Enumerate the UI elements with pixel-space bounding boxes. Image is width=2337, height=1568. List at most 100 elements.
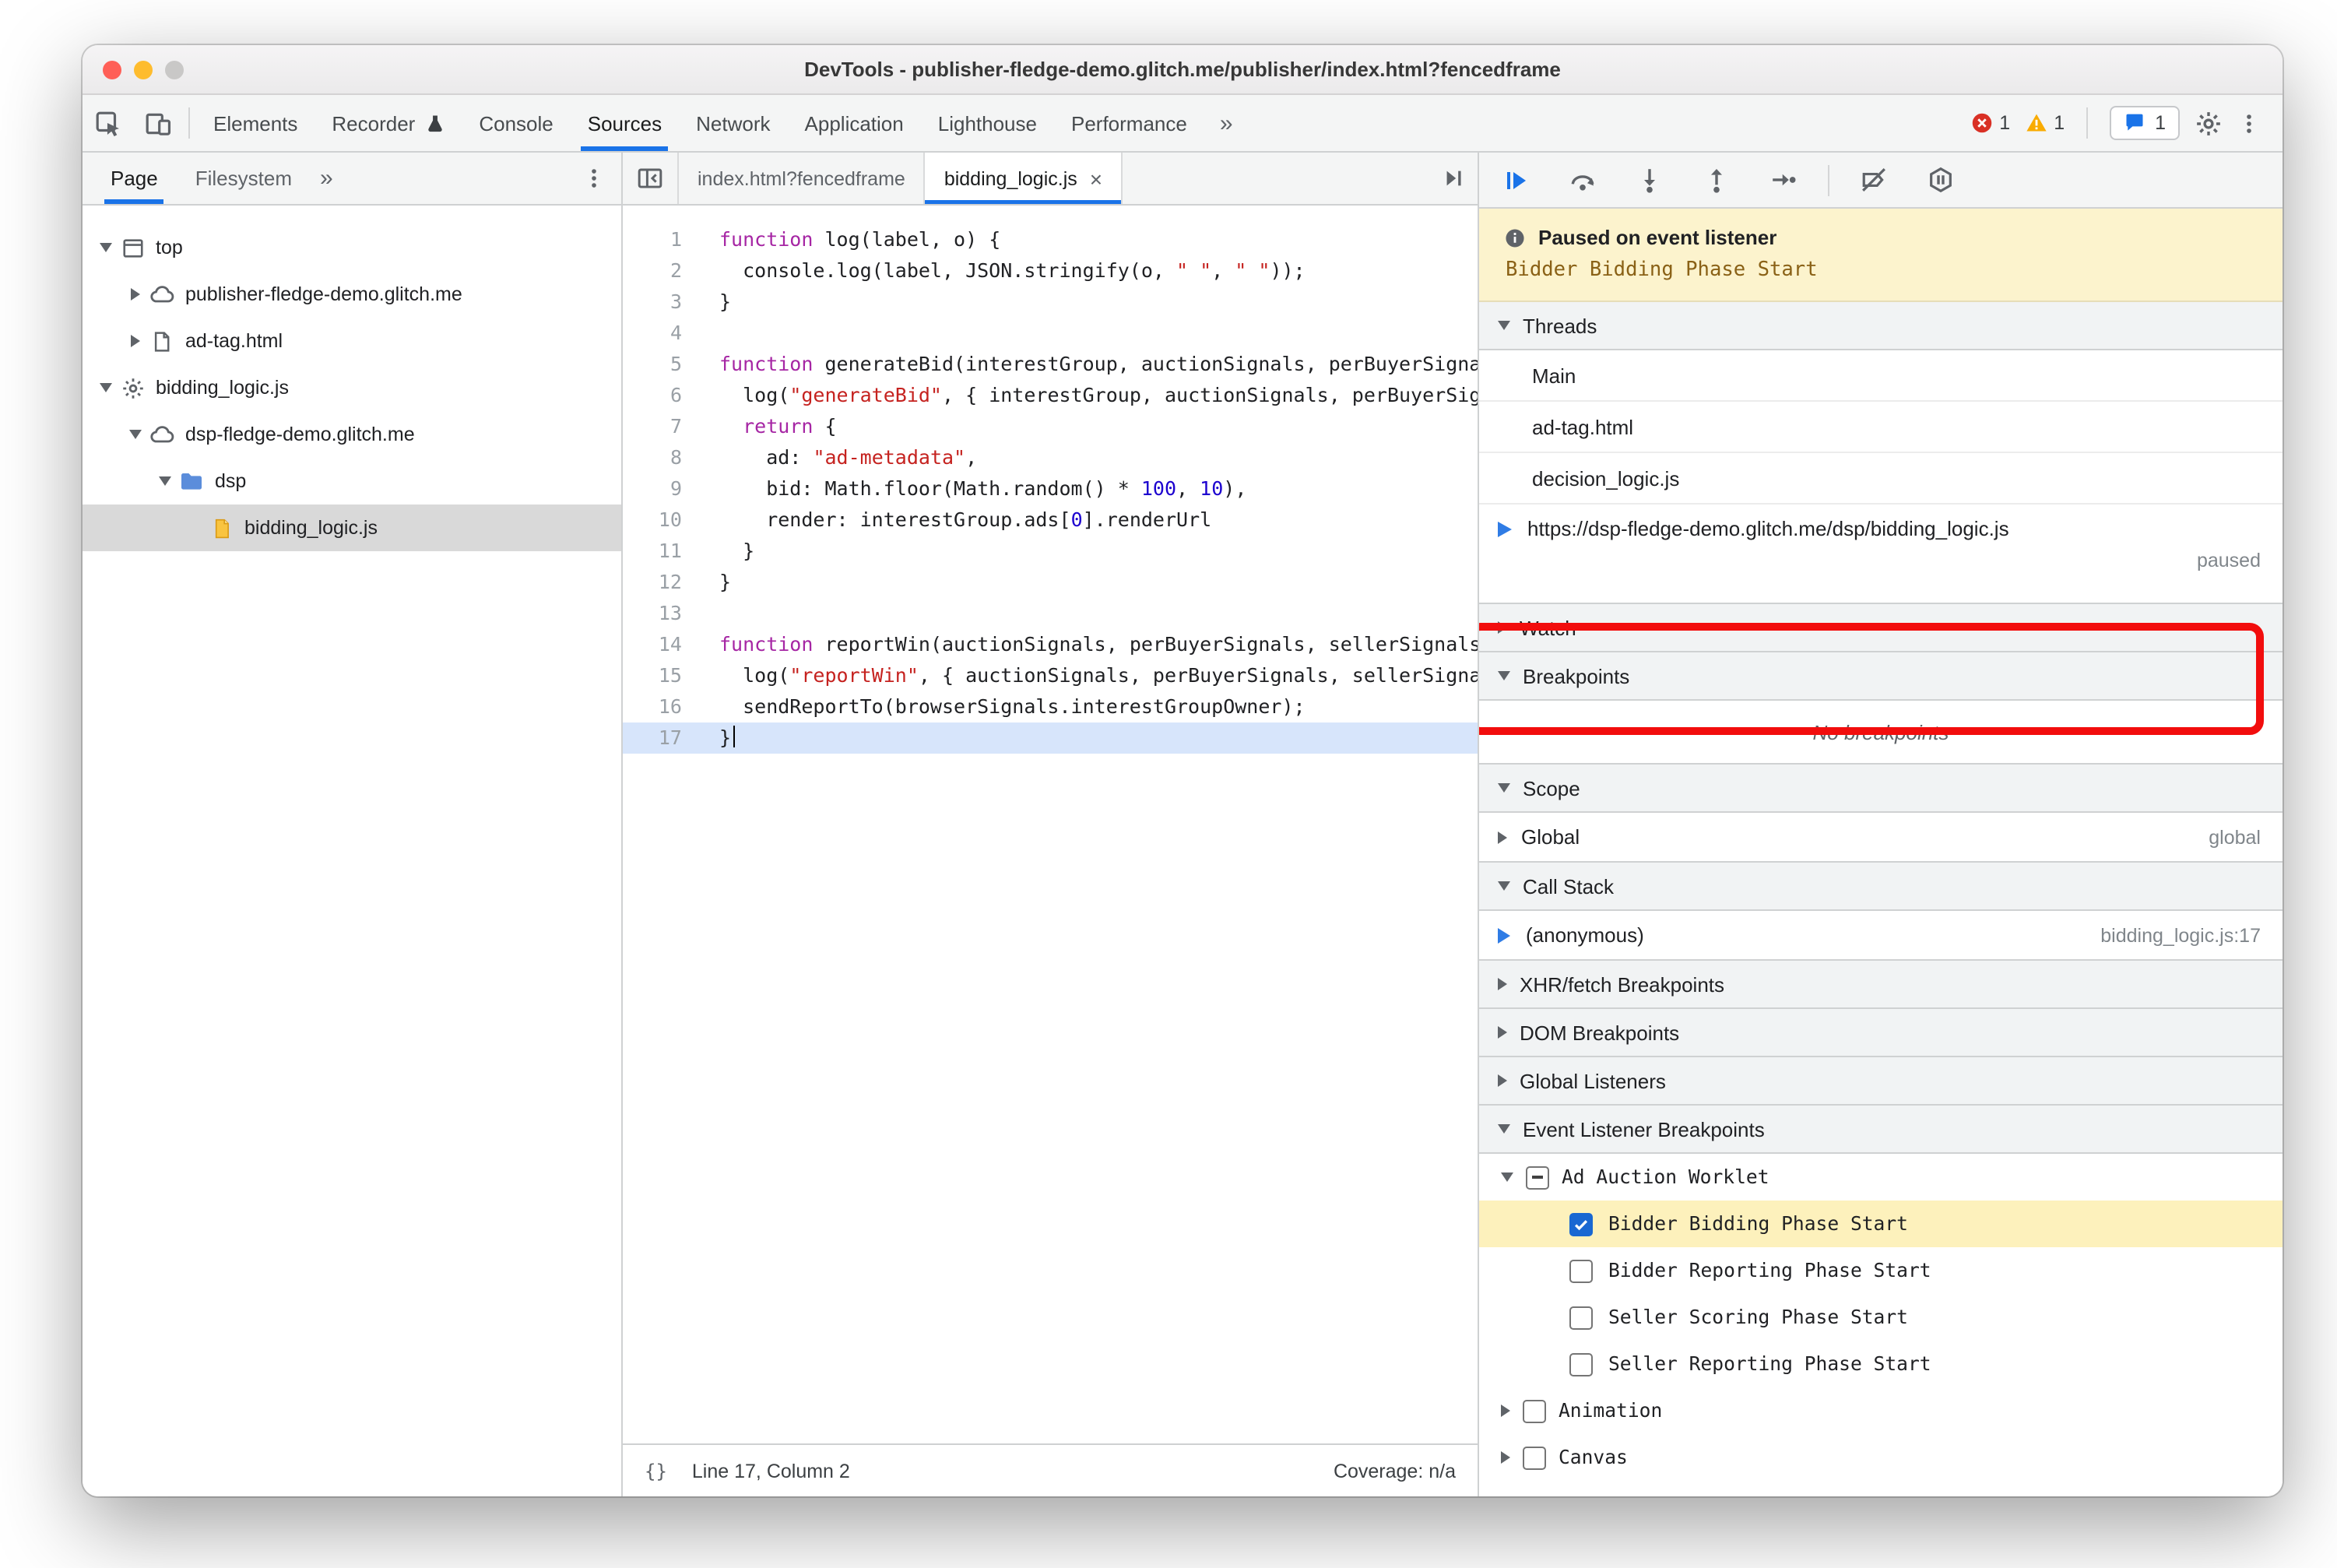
code-line-1[interactable]: 1 function log(label, o) { — [623, 224, 1478, 255]
navigator-menu-kebab-icon[interactable] — [582, 153, 621, 204]
editor-tab-index-html[interactable]: index.html?fencedframe — [679, 153, 926, 204]
section-watch[interactable]: Watch — [1479, 604, 2283, 652]
expand-triangle-icon[interactable] — [129, 430, 142, 439]
panel-tab-lighthouse[interactable]: Lighthouse — [921, 95, 1054, 151]
editor-tab-bidding-logic[interactable]: bidding_logic.js × — [925, 153, 1123, 204]
deactivate-breakpoints-icon[interactable] — [1861, 167, 1887, 193]
panel-tab-recorder[interactable]: Recorder — [315, 95, 462, 151]
panel-tab-network[interactable]: Network — [679, 95, 787, 151]
breakpoint-category-animation[interactable]: Animation — [1479, 1387, 2283, 1434]
settings-gear-icon[interactable] — [2195, 110, 2222, 136]
step-out-icon[interactable] — [1703, 167, 1730, 193]
thread-row-main[interactable]: Main — [1479, 350, 2283, 402]
tree-item-ad-tag-html[interactable]: ad-tag.html — [83, 318, 621, 364]
collapse-triangle-icon[interactable] — [131, 288, 140, 301]
code-line-14[interactable]: 14 function reportWin(auctionSignals, per… — [623, 629, 1478, 660]
section-dom-breakpoints[interactable]: DOM Breakpoints — [1479, 1009, 2283, 1057]
panel-tab-elements[interactable]: Elements — [196, 95, 315, 151]
step-into-icon[interactable] — [1636, 167, 1663, 193]
line-number[interactable]: 15 — [623, 660, 698, 691]
line-number[interactable]: 7 — [623, 411, 698, 442]
line-number[interactable]: 3 — [623, 287, 698, 318]
expand-triangle-icon[interactable] — [100, 383, 112, 392]
error-badge[interactable]: 1 — [1971, 112, 2010, 134]
line-number[interactable]: 4 — [623, 318, 698, 349]
section-call-stack[interactable]: Call Stack — [1479, 863, 2283, 911]
tree-item-dsp-fledge-demo-glitch-me[interactable]: dsp-fledge-demo.glitch.me — [83, 411, 621, 458]
scope-global-row[interactable]: Global global — [1479, 813, 2283, 863]
thread-row-decision-logic-js[interactable]: decision_logic.js — [1479, 453, 2283, 505]
breakpoint-category-canvas[interactable]: Canvas — [1479, 1434, 2283, 1481]
editor-overflow-icon[interactable] — [1428, 153, 1478, 204]
tree-item-dsp[interactable]: dsp — [83, 458, 621, 505]
thread-row-ad-tag-html[interactable]: ad-tag.html — [1479, 402, 2283, 453]
breakpoint-event-seller-reporting-phase-start[interactable]: Seller Reporting Phase Start — [1479, 1341, 2283, 1387]
inspect-element-icon[interactable] — [83, 95, 132, 151]
resume-icon[interactable] — [1504, 167, 1529, 192]
tab-page[interactable]: Page — [92, 153, 177, 204]
line-number[interactable]: 10 — [623, 505, 698, 536]
code-line-13[interactable]: 13 — [623, 598, 1478, 629]
code-line-9[interactable]: 9 bid: Math.floor(Math.random() * 100, 1… — [623, 473, 1478, 505]
canvas-checkbox[interactable] — [1523, 1446, 1546, 1469]
section-global-listeners[interactable]: Global Listeners — [1479, 1057, 2283, 1106]
tree-item-top[interactable]: top — [83, 224, 621, 271]
code-line-11[interactable]: 11 } — [623, 536, 1478, 567]
section-threads[interactable]: Threads — [1479, 302, 2283, 350]
line-number[interactable]: 17 — [623, 722, 698, 754]
bidder-bidding-phase-start-checkbox[interactable] — [1569, 1212, 1593, 1236]
step-over-icon[interactable] — [1569, 167, 1596, 193]
seller-reporting-phase-start-checkbox[interactable] — [1569, 1352, 1593, 1376]
breakpoint-event-bidder-bidding-phase-start[interactable]: Bidder Bidding Phase Start — [1479, 1201, 2283, 1247]
panel-tab-performance[interactable]: Performance — [1054, 95, 1204, 151]
section-xhr-breakpoints[interactable]: XHR/fetch Breakpoints — [1479, 961, 2283, 1009]
navigator-more-tabs-chevron[interactable]: » — [311, 153, 343, 204]
code-line-15[interactable]: 15 log("reportWin", { auctionSignals, pe… — [623, 660, 1478, 691]
line-number[interactable]: 14 — [623, 629, 698, 660]
code-line-6[interactable]: 6 log("generateBid", { interestGroup, au… — [623, 380, 1478, 411]
section-scope[interactable]: Scope — [1479, 765, 2283, 813]
code-line-5[interactable]: 5 function generateBid(interestGroup, auc… — [623, 349, 1478, 380]
ad-auction-worklet-checkbox[interactable] — [1526, 1165, 1549, 1189]
panel-tab-application[interactable]: Application — [788, 95, 921, 151]
call-stack-frame[interactable]: (anonymous) bidding_logic.js:17 — [1479, 911, 2283, 961]
tree-item-publisher-fledge-demo-glitch-me[interactable]: publisher-fledge-demo.glitch.me — [83, 271, 621, 318]
panel-tab-console[interactable]: Console — [462, 95, 570, 151]
breakpoint-category-ad-auction-worklet[interactable]: Ad Auction Worklet — [1479, 1154, 2283, 1201]
breakpoint-event-bidder-reporting-phase-start[interactable]: Bidder Reporting Phase Start — [1479, 1247, 2283, 1294]
zoom-window-button[interactable] — [165, 60, 184, 79]
tree-item-bidding-logic-js[interactable]: bidding_logic.js — [83, 364, 621, 411]
bidder-reporting-phase-start-checkbox[interactable] — [1569, 1259, 1593, 1282]
thread-row-active[interactable]: https://dsp-fledge-demo.glitch.me/dsp/bi… — [1479, 505, 2283, 604]
close-window-button[interactable] — [103, 60, 121, 79]
line-number[interactable]: 8 — [623, 442, 698, 473]
expand-triangle-icon[interactable] — [1501, 1172, 1513, 1182]
line-number[interactable]: 12 — [623, 567, 698, 598]
warning-badge[interactable]: 1 — [2026, 112, 2065, 134]
pause-on-exceptions-icon[interactable] — [1928, 167, 1954, 193]
main-menu-kebab-icon[interactable] — [2237, 111, 2261, 135]
tab-filesystem[interactable]: Filesystem — [177, 153, 311, 204]
animation-checkbox[interactable] — [1523, 1399, 1546, 1422]
section-breakpoints[interactable]: Breakpoints — [1479, 652, 2283, 701]
tree-item-bidding-logic-js[interactable]: bidding_logic.js — [83, 505, 621, 551]
line-number[interactable]: 13 — [623, 598, 698, 629]
line-number[interactable]: 1 — [623, 224, 698, 255]
pretty-print-button[interactable]: {} — [645, 1460, 667, 1482]
device-toolbar-icon[interactable] — [132, 95, 182, 151]
breakpoint-event-seller-scoring-phase-start[interactable]: Seller Scoring Phase Start — [1479, 1294, 2283, 1341]
code-line-4[interactable]: 4 — [623, 318, 1478, 349]
line-number[interactable]: 2 — [623, 255, 698, 287]
section-event-listener-breakpoints[interactable]: Event Listener Breakpoints — [1479, 1106, 2283, 1154]
line-number[interactable]: 5 — [623, 349, 698, 380]
minimize-window-button[interactable] — [134, 60, 153, 79]
collapse-triangle-icon[interactable] — [131, 335, 140, 347]
expand-triangle-icon[interactable] — [159, 476, 171, 486]
line-number[interactable]: 16 — [623, 691, 698, 722]
toggle-navigator-icon[interactable] — [623, 153, 679, 204]
step-icon[interactable] — [1770, 167, 1797, 193]
expand-triangle-icon[interactable] — [100, 243, 112, 252]
code-line-3[interactable]: 3} — [623, 287, 1478, 318]
code-line-17[interactable]: 17} — [623, 722, 1478, 754]
code-line-7[interactable]: 7 return { — [623, 411, 1478, 442]
